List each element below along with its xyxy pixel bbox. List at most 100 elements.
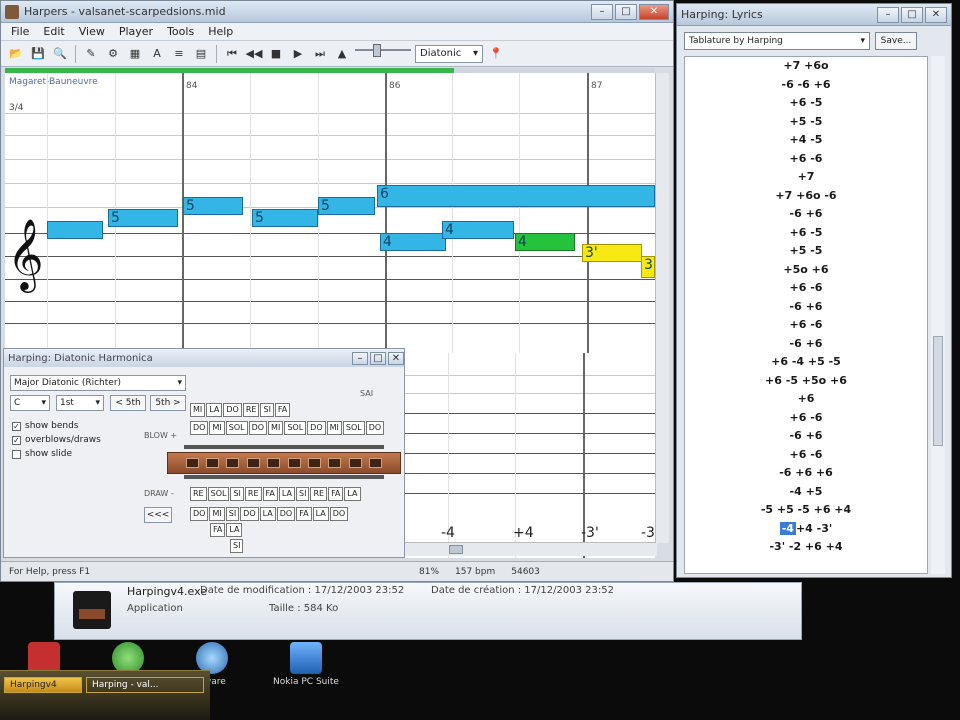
overblows-checkbox[interactable]: ✓ overblows/draws bbox=[12, 435, 101, 445]
text-icon[interactable]: A bbox=[148, 45, 166, 63]
lyric-line[interactable]: +6 bbox=[685, 390, 927, 409]
lyric-line[interactable]: +6 -6 bbox=[685, 150, 927, 169]
pencil-icon[interactable]: ✎ bbox=[82, 45, 100, 63]
note[interactable]: 6 bbox=[377, 185, 655, 207]
lyrics-list[interactable]: +7 +6o -6 -6 +6 +6 -5 +5 -5 +4 -5 +6 -6 +7 +7 +… bbox=[684, 56, 928, 574]
horizontal-scrollbar[interactable] bbox=[405, 542, 657, 556]
note[interactable]: 5 bbox=[108, 209, 178, 227]
harmonica-hole[interactable] bbox=[287, 458, 301, 468]
dialog-titlebar[interactable]: Harping: Diatonic Harmonica – □ ✕ bbox=[4, 349, 404, 367]
dialog-close-icon[interactable]: ✕ bbox=[388, 351, 404, 365]
note[interactable]: 4 bbox=[380, 233, 446, 251]
dialog-maximize-icon[interactable]: □ bbox=[370, 351, 386, 365]
play-icon[interactable]: ▶ bbox=[289, 45, 307, 63]
harmonica-hole[interactable] bbox=[348, 458, 362, 468]
lyric-line[interactable]: +6 -5 bbox=[685, 224, 927, 243]
maximize-icon[interactable]: □ bbox=[615, 3, 637, 20]
note[interactable]: 4 bbox=[515, 233, 575, 251]
lyric-line[interactable]: +6 -6 bbox=[685, 279, 927, 298]
lyric-line[interactable]: +5 -5 bbox=[685, 113, 927, 132]
lyric-line[interactable]: -6 -6 +6 bbox=[685, 76, 927, 95]
checkbox-box[interactable] bbox=[12, 449, 21, 459]
menu-file[interactable]: File bbox=[11, 25, 29, 38]
plus-fifth-button[interactable]: 5th > bbox=[150, 395, 186, 411]
main-titlebar[interactable]: Harpers - valsanet-scarpedsions.mid – □ … bbox=[1, 1, 673, 23]
lower-score-area[interactable]: -4 +4 -3' -3 bbox=[405, 353, 655, 558]
menu-tools[interactable]: Tools bbox=[167, 25, 194, 38]
harmonica-hole[interactable] bbox=[308, 458, 322, 468]
desktop-icon-nokia[interactable]: Nokia PC Suite bbox=[266, 642, 346, 687]
lyric-line-current[interactable]: -4 +4 -3' bbox=[685, 520, 927, 539]
menu-player[interactable]: Player bbox=[119, 25, 153, 38]
checkbox-box[interactable]: ✓ bbox=[12, 421, 21, 431]
horizontal-scroll-thumb[interactable] bbox=[449, 545, 463, 554]
harmonica-hole[interactable] bbox=[246, 458, 260, 468]
lyric-line[interactable]: -6 +6 bbox=[685, 298, 927, 317]
harmonica-graphic[interactable] bbox=[167, 452, 401, 474]
lyric-line[interactable]: -6 +6 bbox=[685, 335, 927, 354]
harmonica-file-icon[interactable] bbox=[73, 591, 111, 629]
search-icon[interactable]: 🔍 bbox=[51, 45, 69, 63]
tuning-select[interactable]: Major Diatonic (Richter) ▾ bbox=[10, 375, 186, 391]
show-bends-checkbox[interactable]: ✓ show bends bbox=[12, 421, 78, 431]
tablature-select[interactable]: Tablature by Harping ▾ bbox=[684, 32, 870, 50]
note[interactable]: 5 bbox=[252, 209, 318, 227]
lyric-line[interactable]: +7 +6o bbox=[685, 57, 927, 76]
harmonica-hole[interactable] bbox=[185, 458, 199, 468]
previous-button[interactable]: <<< bbox=[144, 507, 172, 523]
lyric-line[interactable]: -4 +5 bbox=[685, 483, 927, 502]
dialog-minimize-icon[interactable]: – bbox=[352, 351, 368, 365]
open-folder-icon[interactable]: 📂 bbox=[7, 45, 25, 63]
lyric-line[interactable]: +7 bbox=[685, 168, 927, 187]
lyrics-scrollbar[interactable] bbox=[931, 56, 945, 574]
note[interactable]: 5 bbox=[318, 197, 375, 215]
harmonica-hole[interactable] bbox=[328, 458, 342, 468]
close-icon[interactable]: ✕ bbox=[639, 3, 669, 20]
tempo-slider[interactable] bbox=[355, 43, 411, 59]
close-icon[interactable]: ✕ bbox=[925, 6, 947, 23]
grid-icon[interactable]: ▤ bbox=[192, 45, 210, 63]
keyboard-icon[interactable]: ▦ bbox=[126, 45, 144, 63]
menu-view[interactable]: View bbox=[79, 25, 105, 38]
rewind-start-icon[interactable]: ⏮ bbox=[223, 45, 241, 63]
lyric-line[interactable]: +6 -6 bbox=[685, 316, 927, 335]
lyric-line[interactable]: -3' -2 +6 +4 bbox=[685, 538, 927, 557]
taskbar-item[interactable]: Harping - val... bbox=[86, 677, 204, 693]
position-select[interactable]: 1st ▾ bbox=[56, 395, 104, 411]
lyric-line[interactable]: +5o +6 bbox=[685, 261, 927, 280]
note[interactable]: 5 bbox=[183, 197, 243, 215]
tablature-icon[interactable]: ≡ bbox=[170, 45, 188, 63]
taskbar-item[interactable]: Harpingv4 bbox=[4, 677, 82, 693]
lyric-line[interactable]: +6 -6 bbox=[685, 409, 927, 428]
lyric-line[interactable]: -6 +6 bbox=[685, 427, 927, 446]
settings-icon[interactable]: ⚙ bbox=[104, 45, 122, 63]
scale-select[interactable]: Diatonic ▾ bbox=[415, 44, 483, 63]
score-area[interactable]: Magaret-Bauneuvre 3/4 84 86 87 𝄞 5 5 5 5… bbox=[5, 73, 655, 353]
lyric-line[interactable]: +7 +6o -6 bbox=[685, 187, 927, 206]
lyric-line[interactable]: -6 +6 bbox=[685, 205, 927, 224]
note[interactable] bbox=[47, 221, 103, 239]
note[interactable]: 3 bbox=[641, 256, 655, 278]
forward-end-icon[interactable]: ⏭ bbox=[311, 45, 329, 63]
harmonica-hole[interactable] bbox=[226, 458, 240, 468]
lyric-line[interactable]: +6 -6 bbox=[685, 446, 927, 465]
note[interactable]: 4 bbox=[442, 221, 514, 239]
show-slide-checkbox[interactable]: show slide bbox=[12, 449, 72, 459]
stop-icon[interactable]: ■ bbox=[267, 45, 285, 63]
key-select[interactable]: C ▾ bbox=[10, 395, 50, 411]
lyric-line[interactable]: +5 -5 bbox=[685, 242, 927, 261]
lyric-line[interactable]: -5 +5 -5 +6 +4 bbox=[685, 501, 927, 520]
harmonica-hole[interactable] bbox=[369, 458, 383, 468]
lyric-line[interactable]: +6 -5 +5o +6 bbox=[685, 372, 927, 391]
minimize-icon[interactable]: – bbox=[591, 3, 613, 20]
lyric-line[interactable]: -6 +6 +6 bbox=[685, 464, 927, 483]
menu-help[interactable]: Help bbox=[208, 25, 233, 38]
lyric-line[interactable]: +6 -5 bbox=[685, 94, 927, 113]
lyrics-scroll-thumb[interactable] bbox=[933, 336, 943, 446]
minus-fifth-button[interactable]: < 5th bbox=[110, 395, 146, 411]
checkbox-box[interactable]: ✓ bbox=[12, 435, 21, 445]
menu-edit[interactable]: Edit bbox=[43, 25, 64, 38]
lyric-line[interactable]: +4 -5 bbox=[685, 131, 927, 150]
lyrics-titlebar[interactable]: Harping: Lyrics – □ ✕ bbox=[677, 4, 951, 26]
rewind-icon[interactable]: ◀◀ bbox=[245, 45, 263, 63]
